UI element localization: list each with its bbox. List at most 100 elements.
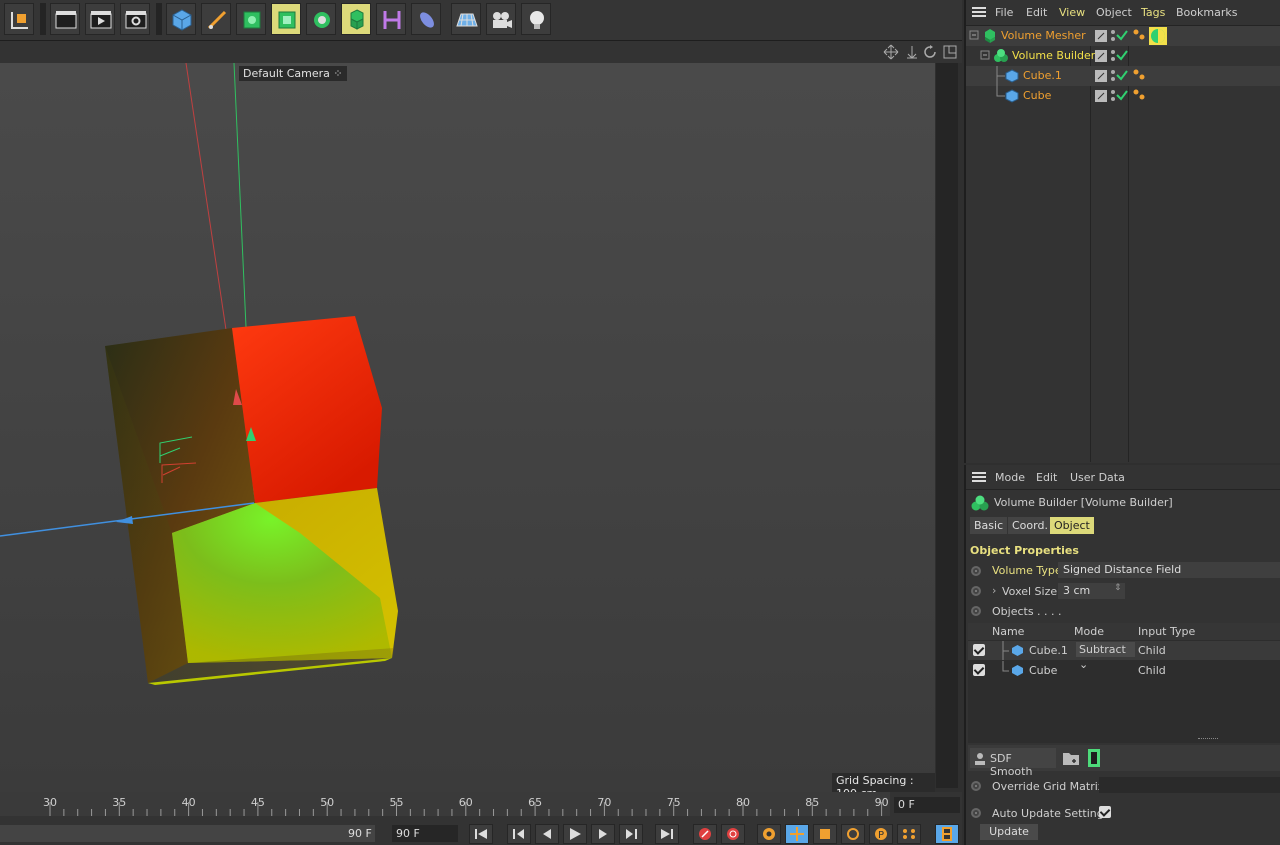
volume-button[interactable] bbox=[341, 3, 371, 35]
menu-mode[interactable]: Mode bbox=[995, 471, 1025, 484]
resize-handle[interactable] bbox=[1198, 738, 1218, 742]
edit-toggle-icon[interactable] bbox=[1095, 70, 1107, 82]
edit-toggle-icon[interactable] bbox=[1095, 30, 1107, 42]
enabled-check-icon[interactable] bbox=[1116, 69, 1128, 81]
timeline-ruler[interactable]: 30 35 40 45 50 55 60 65 70 75 80 85 90 bbox=[0, 792, 890, 816]
camera-label[interactable]: Default Camera ⁘ bbox=[239, 66, 347, 81]
object-row-volume-mesher[interactable]: Volume Mesher bbox=[966, 26, 1280, 46]
key-parameter-button[interactable]: P bbox=[869, 824, 893, 844]
object-row-cube[interactable]: Cube bbox=[966, 86, 1280, 106]
keyframe-selection-button[interactable] bbox=[757, 824, 781, 844]
stepper-icon[interactable]: ⇕ bbox=[1114, 583, 1122, 593]
override-grid-keyframe[interactable] bbox=[971, 781, 981, 791]
timeline-button[interactable] bbox=[935, 824, 959, 844]
hamburger-icon[interactable] bbox=[972, 472, 986, 482]
menu-edit[interactable]: Edit bbox=[1026, 6, 1047, 19]
max-frame-field[interactable]: 90 F bbox=[392, 825, 458, 842]
volume-type-keyframe[interactable] bbox=[971, 566, 981, 576]
objects-keyframe[interactable] bbox=[971, 606, 981, 616]
enabled-check-icon[interactable] bbox=[1116, 89, 1128, 101]
phong-tag-icon[interactable] bbox=[1149, 27, 1167, 45]
auto-update-checkbox[interactable] bbox=[1099, 806, 1111, 818]
table-row[interactable]: Cube Child bbox=[968, 661, 1280, 680]
sdf-smooth-button[interactable]: SDF Smooth bbox=[970, 748, 1056, 778]
row-mode-select[interactable]: Subtract ⌄ bbox=[1076, 642, 1135, 671]
key-position-button[interactable] bbox=[785, 824, 809, 844]
override-grid-field[interactable] bbox=[1099, 777, 1280, 793]
next-key-button[interactable] bbox=[619, 824, 643, 844]
render-button[interactable] bbox=[85, 3, 115, 35]
volume-type-select[interactable]: Signed Distance Field bbox=[1058, 562, 1280, 578]
object-name[interactable]: Cube.1 bbox=[1023, 69, 1062, 82]
col-mode-header[interactable]: Mode bbox=[1074, 625, 1104, 638]
auto-update-keyframe[interactable] bbox=[971, 808, 981, 818]
hamburger-icon[interactable] bbox=[972, 7, 986, 17]
autokey-button[interactable] bbox=[721, 824, 745, 844]
edit-toggle-icon[interactable] bbox=[1095, 50, 1107, 62]
tag-material-icon[interactable] bbox=[1133, 29, 1145, 41]
next-frame-button[interactable] bbox=[591, 824, 615, 844]
row-enable-checkbox[interactable] bbox=[973, 644, 985, 656]
object-name[interactable]: Cube bbox=[1023, 89, 1051, 102]
menu-edit[interactable]: Edit bbox=[1036, 471, 1057, 484]
tag-material-icon[interactable] bbox=[1133, 89, 1145, 101]
maximize-view-icon[interactable] bbox=[942, 44, 958, 60]
col-input-header[interactable]: Input Type bbox=[1138, 625, 1195, 638]
expand-chevron-icon[interactable]: › bbox=[992, 584, 996, 597]
floor-button[interactable] bbox=[451, 3, 481, 35]
key-pla-button[interactable] bbox=[897, 824, 921, 844]
voxel-size-keyframe[interactable] bbox=[971, 586, 981, 596]
rotate-view-icon[interactable] bbox=[922, 44, 938, 60]
tab-object[interactable]: Object bbox=[1050, 517, 1094, 534]
tab-basic[interactable]: Basic bbox=[970, 517, 1008, 534]
menu-user-data[interactable]: User Data bbox=[1070, 471, 1125, 484]
subdivision-button[interactable] bbox=[236, 3, 266, 35]
pen-button[interactable] bbox=[201, 3, 231, 35]
tree-collapse-icon[interactable] bbox=[969, 30, 981, 42]
light-button[interactable] bbox=[521, 3, 551, 35]
row-enable-checkbox[interactable] bbox=[973, 664, 985, 676]
prev-frame-button[interactable] bbox=[535, 824, 559, 844]
deformer-button[interactable] bbox=[376, 3, 406, 35]
table-row[interactable]: Cube.1 Subtract ⌄ Child bbox=[968, 641, 1280, 671]
filter-icon[interactable] bbox=[1085, 748, 1103, 768]
camera-button[interactable] bbox=[486, 3, 516, 35]
tab-coord[interactable]: Coord. bbox=[1008, 517, 1052, 534]
enabled-check-icon[interactable] bbox=[1116, 49, 1128, 61]
object-row-cube-1[interactable]: Cube.1 bbox=[966, 66, 1280, 86]
object-row-volume-builder[interactable]: Volume Builder bbox=[966, 46, 1280, 66]
viewport-canvas[interactable]: Default Camera ⁘ Grid Spacing : 100 cm bbox=[0, 63, 935, 831]
key-rotation-button[interactable] bbox=[841, 824, 865, 844]
key-scale-button[interactable] bbox=[813, 824, 837, 844]
menu-tags[interactable]: Tags bbox=[1141, 6, 1165, 19]
tag-material-icon[interactable] bbox=[1133, 69, 1145, 81]
tree-collapse-icon[interactable] bbox=[980, 50, 992, 62]
go-to-start-button[interactable] bbox=[469, 824, 493, 844]
edit-toggle-icon[interactable] bbox=[1095, 90, 1107, 102]
preview-range-bar[interactable] bbox=[0, 825, 375, 842]
menu-object[interactable]: Object bbox=[1096, 6, 1132, 19]
field-button[interactable] bbox=[411, 3, 441, 35]
play-button[interactable] bbox=[563, 824, 587, 844]
cloner-button[interactable] bbox=[306, 3, 336, 35]
go-to-end-button[interactable] bbox=[655, 824, 679, 844]
add-folder-icon[interactable] bbox=[1062, 750, 1080, 766]
viewport-scrollbar[interactable] bbox=[936, 63, 958, 788]
render-settings-button[interactable] bbox=[120, 3, 150, 35]
move-view-icon[interactable] bbox=[883, 44, 899, 60]
generator-button[interactable] bbox=[271, 3, 301, 35]
viewport[interactable]: Default Camera ⁘ Grid Spacing : 100 cm bbox=[0, 41, 962, 831]
menu-view[interactable]: View bbox=[1059, 6, 1085, 19]
cube-button[interactable] bbox=[166, 3, 196, 35]
object-name[interactable]: Volume Builder bbox=[1012, 49, 1095, 62]
col-name-header[interactable]: Name bbox=[992, 625, 1024, 638]
object-name[interactable]: Volume Mesher bbox=[1001, 29, 1086, 42]
menu-bookmarks[interactable]: Bookmarks bbox=[1176, 6, 1237, 19]
prev-key-button[interactable] bbox=[507, 824, 531, 844]
zoom-view-icon[interactable] bbox=[904, 44, 920, 60]
update-button[interactable]: Update bbox=[980, 824, 1038, 840]
menu-file[interactable]: File bbox=[995, 6, 1013, 19]
record-button[interactable] bbox=[693, 824, 717, 844]
current-frame-field[interactable]: 0 F bbox=[894, 797, 960, 813]
render-view-button[interactable] bbox=[50, 3, 80, 35]
